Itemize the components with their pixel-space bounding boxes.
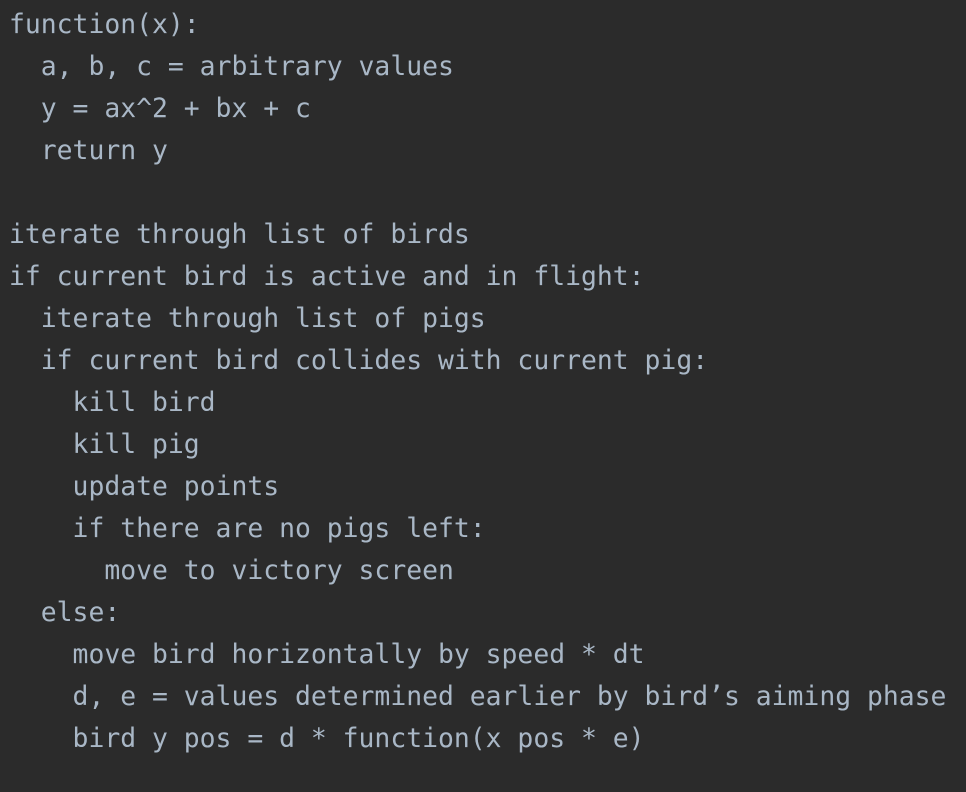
code-line[interactable]: else: — [9, 592, 966, 634]
code-line[interactable]: iterate through list of birds — [9, 214, 966, 256]
code-line[interactable]: if current bird is active and in flight: — [9, 256, 966, 298]
code-line[interactable]: kill pig — [9, 424, 966, 466]
code-line[interactable]: a, b, c = arbitrary values — [9, 46, 966, 88]
code-editor[interactable]: function(x): a, b, c = arbitrary values … — [0, 0, 966, 792]
code-line[interactable] — [9, 172, 966, 214]
code-line[interactable]: if there are no pigs left: — [9, 508, 966, 550]
code-line[interactable]: d, e = values determined earlier by bird… — [9, 676, 966, 718]
code-line[interactable]: bird y pos = d * function(x pos * e) — [9, 718, 966, 760]
code-line[interactable]: move to victory screen — [9, 550, 966, 592]
code-line[interactable]: kill bird — [9, 382, 966, 424]
code-line[interactable]: iterate through list of pigs — [9, 298, 966, 340]
code-line[interactable]: move bird horizontally by speed * dt — [9, 634, 966, 676]
code-line[interactable]: return y — [9, 130, 966, 172]
code-line[interactable]: function(x): — [9, 4, 966, 46]
code-line[interactable]: y = ax^2 + bx + c — [9, 88, 966, 130]
code-line[interactable]: if current bird collides with current pi… — [9, 340, 966, 382]
code-line[interactable]: update points — [9, 466, 966, 508]
